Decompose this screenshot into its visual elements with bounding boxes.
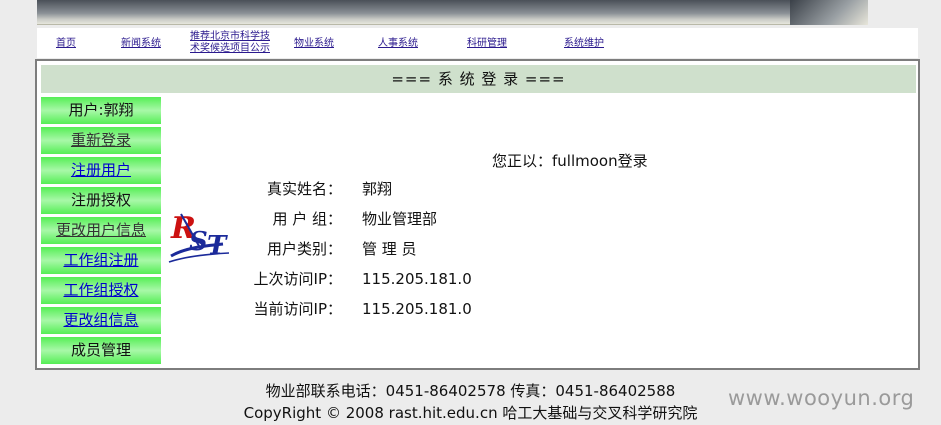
nav-news[interactable]: 新闻系统 (121, 38, 161, 50)
header-banner-corner (790, 0, 868, 25)
usergroup-value: 物业管理部 (362, 210, 438, 228)
menu-workgroup-register[interactable]: 工作组注册 (41, 247, 161, 274)
nav-home[interactable]: 首页 (56, 38, 76, 50)
last-ip-value: 115.205.181.0 (362, 270, 472, 288)
nav-property[interactable]: 物业系统 (294, 38, 334, 50)
nav-research[interactable]: 科研管理 (467, 38, 507, 50)
header-banner (37, 0, 868, 25)
menu-relogin[interactable]: 重新登录 (41, 127, 161, 154)
menu-edit-group-info[interactable]: 更改组信息 (41, 307, 161, 334)
panel-title: === 系 统 登 录 === (41, 65, 916, 93)
login-panel: === 系 统 登 录 === 用户:郭翔 重新登录 注册用户 注册授权 更改用… (35, 59, 920, 370)
svg-text:T: T (207, 231, 228, 261)
current-ip-value: 115.205.181.0 (362, 300, 472, 318)
last-ip-label: 上次访问IP： (253, 270, 342, 288)
side-menu: 用户:郭翔 重新登录 注册用户 注册授权 更改用户信息 工作组注册 工作组授权 … (41, 97, 161, 367)
menu-register-user[interactable]: 注册用户 (41, 157, 161, 184)
nav-award-notice[interactable]: 推荐北京市科学技术奖候选项目公示 (190, 31, 274, 55)
welcome-message: 您正以：fullmoon登录 (492, 152, 648, 170)
usergroup-label: 用 户 组： (272, 210, 342, 228)
nav-personnel[interactable]: 人事系统 (378, 38, 418, 50)
watermark: www.wooyun.org (728, 386, 915, 410)
usertype-label: 用户类别： (266, 240, 342, 258)
menu-edit-user-info[interactable]: 更改用户信息 (41, 217, 161, 244)
rst-logo-icon: R S T (168, 211, 230, 263)
top-navbar: 首页 新闻系统 推荐北京市科学技术奖候选项目公示 物业系统 人事系统 科研管理 … (37, 28, 918, 58)
nav-maintenance[interactable]: 系统维护 (564, 38, 604, 50)
current-ip-label: 当前访问IP： (253, 300, 342, 318)
realname-value: 郭翔 (362, 180, 393, 198)
menu-current-user: 用户:郭翔 (41, 97, 161, 124)
menu-register-auth[interactable]: 注册授权 (41, 187, 161, 214)
usertype-value: 管 理 员 (362, 240, 417, 258)
realname-label: 真实姓名： (266, 180, 342, 198)
menu-member-management[interactable]: 成员管理 (41, 337, 161, 364)
menu-workgroup-auth[interactable]: 工作组授权 (41, 277, 161, 304)
